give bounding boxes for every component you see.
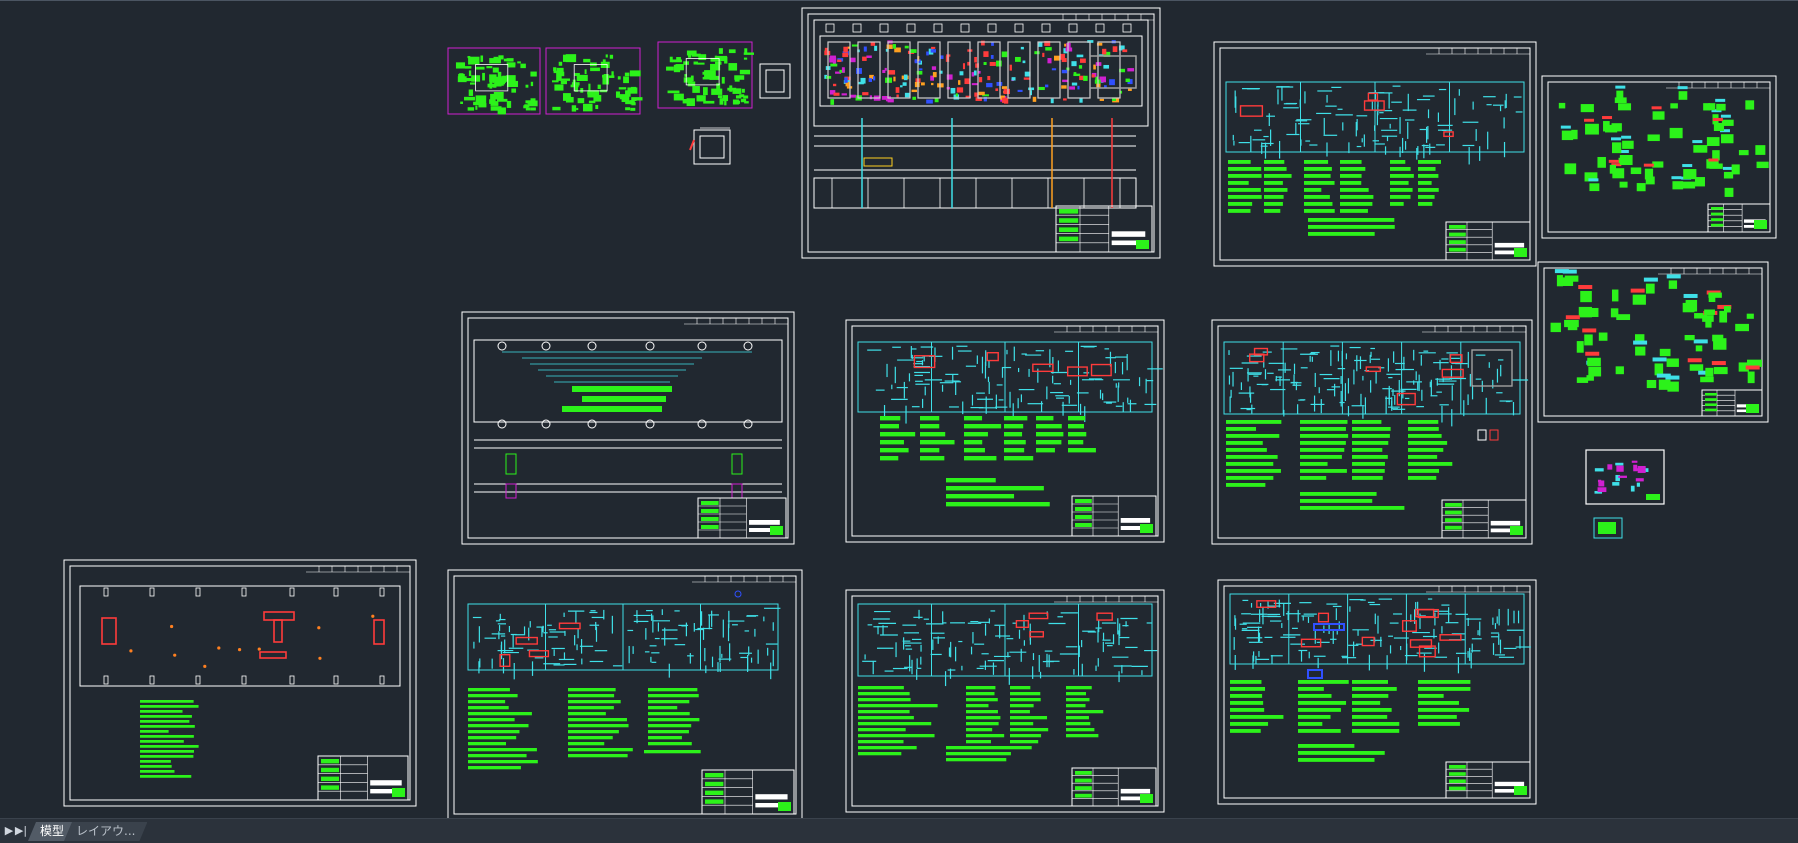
part-detail-3 (657, 41, 755, 109)
model-space-viewport[interactable] (0, 0, 1798, 818)
sheet-lower-b (447, 569, 803, 818)
sheet-plate (461, 311, 795, 545)
part-detail-1 (447, 47, 541, 115)
sheet-parts-b (1537, 261, 1769, 423)
sheet-parts-a (1541, 75, 1777, 239)
drawing-canvas (63, 7, 1777, 818)
skip-end-icon[interactable]: ▶| (14, 823, 28, 839)
sheet-plan-b (845, 319, 1165, 543)
tab-layout[interactable]: レイアウ... (64, 822, 147, 841)
part-detail-2 (545, 47, 643, 115)
sheet-lower-c (845, 589, 1165, 813)
sheet-plan-c (1211, 319, 1533, 545)
sheet-lower-a (63, 559, 417, 807)
sheet-lower-d (1217, 579, 1537, 805)
layout-tab-bar: ▶ ▶| 模型 レイアウ... (0, 818, 1798, 843)
sheet-plan-a (1213, 41, 1537, 267)
part-detail-small (1585, 449, 1665, 539)
sheet-assembly (801, 7, 1161, 259)
